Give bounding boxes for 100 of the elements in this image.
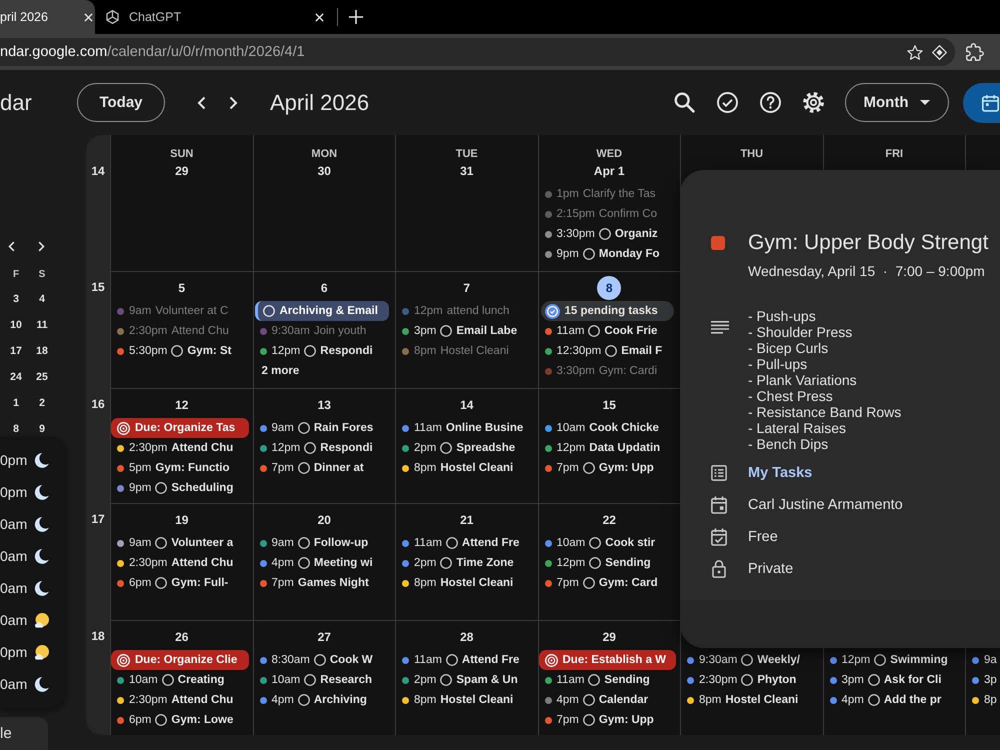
event-title[interactable]: Email Labe <box>456 325 518 337</box>
event-time[interactable]: 7pm <box>556 714 579 726</box>
circle-icon[interactable] <box>582 577 595 589</box>
event-time[interactable]: 4pm <box>842 694 864 706</box>
plus-icon[interactable] <box>349 10 363 24</box>
mini-calendar-date[interactable]: 11 <box>36 319 48 331</box>
circle-icon[interactable] <box>298 462 310 474</box>
circle-icon[interactable] <box>440 325 452 337</box>
circle-icon[interactable] <box>314 654 326 666</box>
task-list-link[interactable]: My Tasks <box>748 465 812 481</box>
due-task-chip[interactable]: Due: Organize Tas <box>111 418 248 438</box>
circle-icon[interactable] <box>155 482 168 494</box>
event-time[interactable]: 9:30am <box>272 325 310 337</box>
event-title[interactable]: Clarify the Tas <box>582 188 656 200</box>
circle-icon[interactable] <box>741 674 754 686</box>
event-title[interactable]: Gym: St <box>187 345 232 357</box>
event-title[interactable]: Creating <box>178 674 224 686</box>
event-title[interactable]: Swimming <box>890 654 948 666</box>
event-time[interactable]: 7pm <box>272 462 294 474</box>
event-title[interactable]: Hostel Cleani <box>440 345 509 357</box>
circle-icon[interactable] <box>440 674 452 686</box>
circle-icon[interactable] <box>582 714 595 726</box>
event-time[interactable]: 9am <box>272 537 294 549</box>
event-time[interactable]: 5pm <box>129 462 152 474</box>
date-number[interactable]: 26 <box>175 627 188 647</box>
event-title[interactable]: Cook W <box>330 654 373 666</box>
event-time[interactable]: 11am <box>556 325 584 337</box>
event-time[interactable]: 3pm <box>842 674 864 686</box>
event-time[interactable]: 12pm <box>556 442 586 454</box>
event-title[interactable]: Join youth <box>314 325 366 337</box>
address-field[interactable]: ndar.google.com/calendar/u/0/r/month/2026/4/1 <box>0 38 955 66</box>
event-title[interactable]: Gym: Card <box>598 577 658 589</box>
star-icon[interactable] <box>907 44 923 60</box>
event-title[interactable]: Respondi <box>320 345 373 357</box>
event-title[interactable]: Gym: Functio <box>155 462 230 474</box>
date-number[interactable]: 14 <box>460 395 474 415</box>
event-time[interactable]: 4pm <box>272 694 294 706</box>
event-time[interactable]: 2pm <box>414 557 436 569</box>
mini-calendar-date[interactable]: 3 <box>13 293 19 305</box>
event-time[interactable]: 3:30pm <box>556 228 595 240</box>
close-icon[interactable] <box>315 12 324 22</box>
event-time[interactable]: 4pm <box>556 694 579 706</box>
mini-calendar-date[interactable]: 25 <box>36 371 48 383</box>
event-title[interactable]: Email F <box>621 345 662 357</box>
event-title[interactable]: Gym: Upp <box>598 462 654 474</box>
circle-icon[interactable] <box>446 654 458 666</box>
event-title[interactable]: Data Updatin <box>589 442 660 454</box>
event-title[interactable]: Time Zone <box>456 557 514 569</box>
date-number[interactable]: 29 <box>175 161 188 181</box>
event-title[interactable]: Sending <box>604 674 650 686</box>
browser-tab[interactable]: pril 2026 <box>0 0 95 34</box>
event-title[interactable]: Rain Fores <box>314 422 374 434</box>
event-title[interactable]: Add the pr <box>884 694 942 706</box>
event-title[interactable]: Spreadshe <box>456 442 516 454</box>
event-time[interactable]: 5:30pm <box>129 345 168 357</box>
circle-icon[interactable] <box>741 654 754 666</box>
event-time[interactable]: 12pm <box>272 345 300 357</box>
event-title[interactable]: Meeting wi <box>314 557 373 569</box>
event-title[interactable]: Gym: Upp <box>598 714 654 726</box>
event-title[interactable]: Attend Chu <box>171 694 234 706</box>
date-number[interactable]: 6 <box>320 278 328 298</box>
pending-tasks-chip[interactable]: 15 pending tasks <box>540 301 674 321</box>
event-time[interactable]: 8pm <box>414 345 436 357</box>
event-title[interactable]: Games Night <box>298 577 369 589</box>
event-title[interactable]: Follow-up <box>314 537 368 549</box>
mini-calendar-date[interactable]: 17 <box>10 345 22 357</box>
event-time[interactable]: 9:30am <box>699 654 738 666</box>
close-icon[interactable] <box>84 12 93 22</box>
event-time[interactable]: 10am <box>556 537 586 549</box>
event-title[interactable]: Cook Frie <box>604 325 658 337</box>
event-time[interactable]: 7pm <box>272 577 294 589</box>
date-number[interactable]: 7 <box>463 278 470 298</box>
circle-icon[interactable] <box>589 557 602 569</box>
event-time[interactable]: 9pm <box>129 482 152 494</box>
puzzle-icon[interactable] <box>966 43 984 61</box>
circle-icon[interactable] <box>155 714 168 726</box>
event-time[interactable]: 6pm <box>129 577 152 589</box>
event-time[interactable]: 7pm <box>556 577 579 589</box>
circle-icon[interactable] <box>588 325 600 337</box>
event-title[interactable]: Hostel Cleani <box>440 577 514 589</box>
event-time[interactable]: 12:30pm <box>556 345 602 357</box>
today-button[interactable]: Today <box>77 83 165 122</box>
date-number[interactable]: 13 <box>318 395 331 415</box>
circle-icon[interactable] <box>304 674 316 686</box>
event-time[interactable]: 10am <box>129 674 158 686</box>
event-title[interactable]: Hostel Cleani <box>440 462 514 474</box>
circle-icon[interactable] <box>298 694 310 706</box>
event-title[interactable]: Sending <box>605 557 651 569</box>
event-title[interactable]: Hostel Cleani <box>440 694 514 706</box>
circle-icon[interactable] <box>589 537 602 549</box>
date-number[interactable]: 28 <box>460 627 474 647</box>
circle-icon[interactable] <box>155 577 168 589</box>
circle-icon[interactable] <box>304 442 316 454</box>
event-title[interactable]: Ask for Cli <box>884 674 942 686</box>
event-time[interactable]: 2:15pm <box>556 208 595 220</box>
date-number[interactable]: 29 <box>602 627 616 647</box>
event-time[interactable]: 7pm <box>556 462 579 474</box>
event-time[interactable]: 11am <box>414 422 442 434</box>
event-time[interactable]: 2:30pm <box>699 674 738 686</box>
event-title[interactable]: Respondi <box>320 442 373 454</box>
